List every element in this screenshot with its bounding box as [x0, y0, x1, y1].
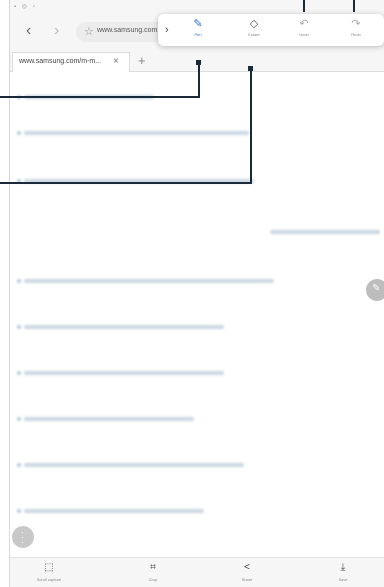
pen-tool-label: Pen: [194, 32, 202, 37]
save-icon: ⤓: [340, 562, 346, 573]
eraser-tool-label: Eraser: [248, 32, 260, 37]
back-button[interactable]: ‹: [26, 23, 31, 39]
save-label: Save: [338, 577, 348, 582]
bookmark-star-icon[interactable]: ☆: [84, 25, 94, 38]
pen-tool-button[interactable]: ✎ Pen: [178, 16, 218, 44]
share-icon: <: [244, 562, 250, 573]
screenshot-edit-toolbar: › ✎ Pen ◇ Eraser ↶ Undo ↷ Redo: [158, 14, 384, 46]
redo-label: Redo: [351, 32, 361, 37]
callout-line-undo: [303, 0, 305, 12]
share-label: Share: [241, 577, 253, 582]
toolbar-expand-chevron-icon[interactable]: ›: [165, 24, 169, 36]
eraser-tool-button[interactable]: ◇ Eraser: [234, 16, 274, 44]
captured-page-content: [10, 73, 384, 557]
more-vertical-icon: · · ·: [21, 527, 24, 547]
floating-pen-button[interactable]: ✎: [366, 279, 384, 301]
device-frame-edge: [0, 0, 10, 587]
undo-label: Undo: [299, 32, 309, 37]
blurred-text-line: [270, 230, 380, 234]
undo-button[interactable]: ↶ Undo: [284, 16, 324, 44]
blurred-text-line: [17, 279, 274, 283]
callout-line-eraser-horizontal: [0, 182, 252, 184]
tab-close-button[interactable]: ×: [113, 56, 119, 67]
blurred-text-line: [17, 509, 204, 513]
scroll-capture-button[interactable]: ⬚ Scroll capture: [24, 562, 74, 582]
browser-tab[interactable]: www.samsung.com/m-m... ×: [12, 52, 130, 72]
blurred-text-line: [17, 131, 249, 135]
callout-line-pen-horizontal: [0, 96, 200, 98]
tab-title: www.samsung.com/m-m...: [19, 58, 102, 65]
undo-icon: ↶: [299, 18, 309, 30]
eraser-icon: ◇: [249, 18, 259, 30]
crop-label: Crop: [148, 577, 158, 582]
share-button[interactable]: < Share: [222, 562, 272, 582]
forward-button[interactable]: ›: [54, 23, 59, 39]
screenshot-bottom-toolbar: ⬚ Scroll capture ⌗ Crop < Share ⤓ Save: [10, 557, 384, 587]
blurred-text-line: [17, 463, 244, 467]
status-bar: ▪ ◎ ▫: [10, 0, 384, 14]
new-tab-button[interactable]: +: [138, 53, 146, 68]
blurred-text-line: [17, 417, 194, 421]
redo-button[interactable]: ↷ Redo: [336, 16, 376, 44]
status-icons: ▪ ◎ ▫: [14, 4, 37, 10]
scroll-capture-icon: ⬚: [44, 562, 54, 573]
callout-line-redo: [353, 0, 355, 12]
floating-menu-button[interactable]: · · ·: [12, 526, 34, 548]
crop-button[interactable]: ⌗ Crop: [128, 562, 178, 582]
callout-line-eraser-vertical: [250, 68, 252, 184]
callout-marker-eraser: [248, 66, 253, 71]
save-button[interactable]: ⤓ Save: [318, 562, 368, 582]
pen-icon: ✎: [193, 18, 203, 30]
callout-marker-pen: [196, 60, 201, 65]
blurred-text-line: [17, 371, 224, 375]
crop-icon: ⌗: [150, 562, 156, 573]
redo-icon: ↷: [351, 18, 361, 30]
callout-line-pen-vertical: [198, 62, 200, 98]
scroll-capture-label: Scroll capture: [36, 577, 62, 582]
pencil-icon: ✎: [372, 283, 381, 294]
blurred-text-line: [17, 325, 224, 329]
address-text: www.samsung.com: [97, 27, 158, 34]
